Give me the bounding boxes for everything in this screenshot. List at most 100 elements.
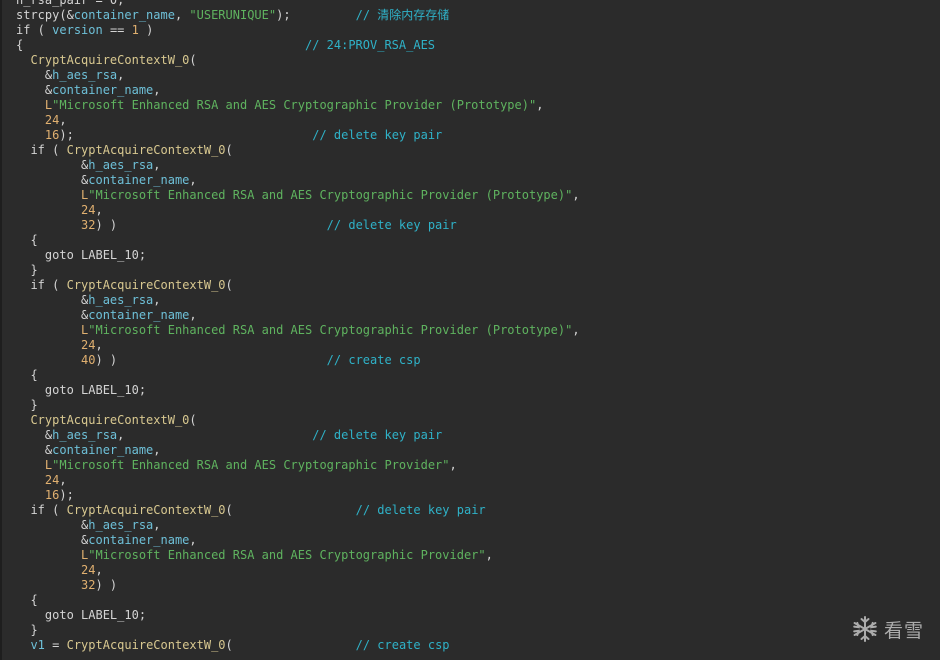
pseudocode-view[interactable]: h_rsa_pair = 0; strcpy(&container_name, "…	[16, 0, 580, 653]
code-line[interactable]: &container_name,	[16, 533, 580, 548]
variable-token[interactable]: h_aes_rsa	[88, 293, 153, 307]
code-line[interactable]: h_rsa_pair = 0;	[16, 0, 580, 8]
variable-token[interactable]: container_name	[88, 308, 189, 322]
variable-token[interactable]: container_name	[52, 83, 153, 97]
code-line[interactable]: 24,	[16, 563, 580, 578]
code-line[interactable]: &h_aes_rsa,	[16, 68, 580, 83]
code-line[interactable]: v1 = CryptAcquireContextW_0( // create c…	[16, 638, 580, 653]
code-line[interactable]: goto LABEL_10;	[16, 608, 580, 623]
code-line[interactable]: L"Microsoft Enhanced RSA and AES Cryptog…	[16, 98, 580, 113]
code-text: {	[16, 38, 305, 52]
code-line[interactable]: 24,	[16, 203, 580, 218]
variable-token[interactable]: h_aes_rsa	[52, 68, 117, 82]
number-literal: 24	[81, 563, 96, 577]
code-line[interactable]: &container_name,	[16, 443, 580, 458]
code-text: );	[59, 128, 313, 142]
code-text: ,	[117, 68, 125, 82]
variable-token[interactable]: h_aes_rsa	[52, 428, 117, 442]
string-literal: "Microsoft Enhanced RSA and AES Cryptogr…	[88, 188, 573, 202]
code-text: ,	[572, 323, 580, 337]
code-line[interactable]: &h_aes_rsa, // delete key pair	[16, 428, 580, 443]
code-line[interactable]: 16);	[16, 488, 580, 503]
code-text: ,	[189, 533, 197, 547]
code-text: h_rsa_pair = 0;	[16, 0, 125, 7]
code-text: goto LABEL_10;	[16, 608, 147, 622]
code-line[interactable]: goto LABEL_10;	[16, 248, 580, 263]
code-text: ,	[449, 458, 457, 472]
code-line[interactable]: &h_aes_rsa,	[16, 518, 580, 533]
code-text: );	[276, 8, 356, 22]
function-name[interactable]: CryptAcquireContextW_0	[67, 143, 226, 157]
code-line[interactable]: L"Microsoft Enhanced RSA and AES Cryptog…	[16, 548, 580, 563]
code-line[interactable]: {	[16, 233, 580, 248]
code-editor[interactable]: h_rsa_pair = 0; strcpy(&container_name, "…	[0, 0, 940, 660]
string-literal: "Microsoft Enhanced RSA and AES Cryptogr…	[88, 548, 486, 562]
variable-token[interactable]: h_aes_rsa	[88, 518, 153, 532]
variable-token[interactable]: container_name	[88, 173, 189, 187]
variable-token[interactable]: h_aes_rsa	[88, 158, 153, 172]
code-line[interactable]: &container_name,	[16, 308, 580, 323]
code-line[interactable]: L"Microsoft Enhanced RSA and AES Cryptog…	[16, 458, 580, 473]
keyword: if	[30, 143, 45, 157]
code-line[interactable]: 32) ) // delete key pair	[16, 218, 580, 233]
code-line[interactable]: }	[16, 623, 580, 638]
code-line[interactable]: if ( CryptAcquireContextW_0( // delete k…	[16, 503, 580, 518]
function-name[interactable]: CryptAcquireContextW_0	[30, 53, 189, 67]
number-literal: 24	[81, 338, 96, 352]
code-line[interactable]: goto LABEL_10;	[16, 383, 580, 398]
code-text: ,	[153, 518, 161, 532]
number-literal: 16	[44, 128, 60, 142]
comment: // delete key pair	[326, 218, 457, 232]
variable-token[interactable]: container_name	[88, 533, 189, 547]
code-line[interactable]: { // 24:PROV_RSA_AES	[16, 38, 580, 53]
variable-token[interactable]: v1	[30, 638, 44, 652]
code-line[interactable]: {	[16, 368, 580, 383]
variable-token[interactable]: version	[52, 23, 103, 37]
code-text: ,	[189, 308, 197, 322]
code-text: &	[16, 443, 53, 457]
function-name[interactable]: CryptAcquireContextW_0	[67, 638, 226, 652]
code-text: strcpy(&	[16, 8, 74, 22]
code-line[interactable]: L"Microsoft Enhanced RSA and AES Cryptog…	[16, 323, 580, 338]
code-line[interactable]: CryptAcquireContextW_0(	[16, 53, 580, 68]
code-line[interactable]: {	[16, 593, 580, 608]
function-name[interactable]: CryptAcquireContextW_0	[30, 413, 189, 427]
code-text: (	[30, 23, 53, 37]
code-line[interactable]: &container_name,	[16, 173, 580, 188]
code-line[interactable]: strcpy(&container_name, "USERUNIQUE"); /…	[16, 8, 580, 23]
function-name[interactable]: CryptAcquireContextW_0	[67, 503, 226, 517]
code-line[interactable]: 40) ) // create csp	[16, 353, 580, 368]
code-line[interactable]: if ( version == 1 )	[16, 23, 580, 38]
variable-token[interactable]: container_name	[52, 443, 153, 457]
code-line[interactable]: CryptAcquireContextW_0(	[16, 413, 580, 428]
function-name[interactable]: CryptAcquireContextW_0	[67, 278, 226, 292]
code-line[interactable]: &h_aes_rsa,	[16, 158, 580, 173]
code-line[interactable]: 24,	[16, 473, 580, 488]
code-text: {	[16, 368, 38, 382]
code-text: ,	[153, 293, 161, 307]
code-line[interactable]: }	[16, 263, 580, 278]
snowflake-icon	[850, 614, 880, 644]
code-text: (	[225, 638, 356, 652]
code-line[interactable]: 24,	[16, 113, 580, 128]
code-line[interactable]: if ( CryptAcquireContextW_0(	[16, 278, 580, 293]
code-line[interactable]: if ( CryptAcquireContextW_0(	[16, 143, 580, 158]
code-line[interactable]: L"Microsoft Enhanced RSA and AES Cryptog…	[16, 188, 580, 203]
code-text: (	[44, 503, 67, 517]
code-text: }	[16, 398, 38, 412]
code-line[interactable]: }	[16, 398, 580, 413]
code-line[interactable]: 24,	[16, 338, 580, 353]
variable-token[interactable]: container_name	[74, 8, 175, 22]
code-line[interactable]: &h_aes_rsa,	[16, 293, 580, 308]
code-text: (	[225, 143, 233, 157]
code-line[interactable]: &container_name,	[16, 83, 580, 98]
code-line[interactable]: 32) )	[16, 578, 580, 593]
code-line[interactable]: 16); // delete key pair	[16, 128, 580, 143]
kanxue-watermark: 看雪	[850, 614, 924, 644]
code-text: (	[225, 503, 356, 517]
